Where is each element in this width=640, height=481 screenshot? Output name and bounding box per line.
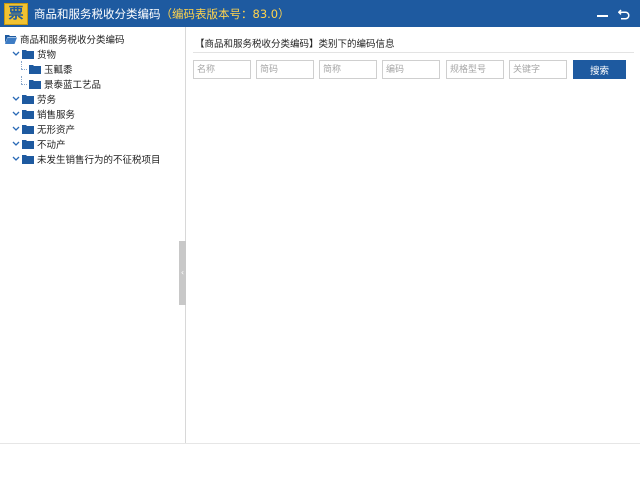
tree-item-cloisonne[interactable]: 景泰蓝工艺品: [0, 76, 185, 91]
short-code-field[interactable]: [256, 60, 314, 79]
folder-icon: [22, 124, 34, 134]
minimize-button[interactable]: [596, 8, 608, 20]
tree-item-sales-services[interactable]: 销售服务: [0, 106, 185, 121]
chevron-down-icon[interactable]: [11, 94, 20, 103]
tree-item-label: 劳务: [37, 94, 57, 106]
tree-item-label: 销售服务: [37, 109, 76, 121]
chevron-down-icon[interactable]: [11, 109, 20, 118]
back-button[interactable]: [618, 8, 630, 20]
tree-branch-line: [18, 76, 27, 91]
folder-icon: [22, 154, 34, 164]
tree-item-goods[interactable]: 货物: [0, 46, 185, 61]
chevron-down-icon[interactable]: [11, 139, 20, 148]
minimize-icon: [596, 15, 608, 17]
app-logo-char: 票: [8, 4, 24, 22]
category-tree: 商品和服务税收分类编码 货物 玉瓤黍 景泰蓝工艺品 劳务 销售服务 无形资产 不…: [0, 27, 185, 166]
section-title: 【商品和服务税收分类编码】类别下的编码信息: [195, 39, 395, 50]
tree-item-intangible-assets[interactable]: 无形资产: [0, 121, 185, 136]
tree-item-label: 无形资产: [37, 124, 76, 136]
code-info-panel: 【商品和服务税收分类编码】类别下的编码信息 搜索: [187, 27, 640, 443]
tree-root[interactable]: 商品和服务税收分类编码: [0, 31, 185, 46]
tree-item-labor[interactable]: 劳务: [0, 91, 185, 106]
chevron-down-icon[interactable]: [11, 154, 20, 163]
category-tree-panel: 商品和服务税收分类编码 货物 玉瓤黍 景泰蓝工艺品 劳务 销售服务 无形资产 不…: [0, 27, 186, 443]
title-bar: 票 商品和服务税收分类编码 （编码表版本号：83.0）: [0, 0, 640, 27]
collapse-arrow-icon: ‹: [180, 268, 185, 277]
spec-model-field[interactable]: [446, 60, 504, 79]
tree-item-real-estate[interactable]: 不动产: [0, 136, 185, 151]
tree-root-label: 商品和服务税收分类编码: [20, 34, 125, 46]
tree-item-label: 货物: [37, 49, 57, 61]
open-folder-icon: [5, 34, 17, 44]
folder-icon: [22, 139, 34, 149]
tree-item-label: 不动产: [37, 139, 66, 151]
folder-icon: [22, 94, 34, 104]
bottom-area: [0, 443, 640, 481]
search-button[interactable]: 搜索: [573, 60, 626, 79]
code-field[interactable]: [382, 60, 440, 79]
folder-icon: [22, 109, 34, 119]
keyword-field[interactable]: [509, 60, 567, 79]
version-label: （编码表版本号：83.0）: [160, 6, 290, 21]
chevron-down-icon[interactable]: [11, 49, 20, 58]
name-field[interactable]: [193, 60, 251, 79]
app-logo: 票: [4, 2, 28, 25]
tree-item-non-taxable[interactable]: 未发生销售行为的不征税项目: [0, 151, 185, 166]
tree-item-label: 玉瓤黍: [44, 64, 73, 76]
section-divider: [193, 52, 634, 53]
tree-item-label: 景泰蓝工艺品: [44, 79, 102, 91]
folder-icon: [29, 79, 41, 89]
panel-splitter-handle[interactable]: ‹: [179, 241, 186, 305]
short-name-field[interactable]: [319, 60, 377, 79]
tree-item-yurangshu[interactable]: 玉瓤黍: [0, 61, 185, 76]
folder-icon: [22, 49, 34, 59]
window-title: 商品和服务税收分类编码: [34, 6, 161, 21]
tree-branch-line: [18, 61, 27, 76]
back-icon: [618, 8, 630, 20]
tree-item-label: 未发生销售行为的不征税项目: [37, 154, 161, 166]
folder-icon: [29, 64, 41, 74]
chevron-down-icon[interactable]: [11, 124, 20, 133]
